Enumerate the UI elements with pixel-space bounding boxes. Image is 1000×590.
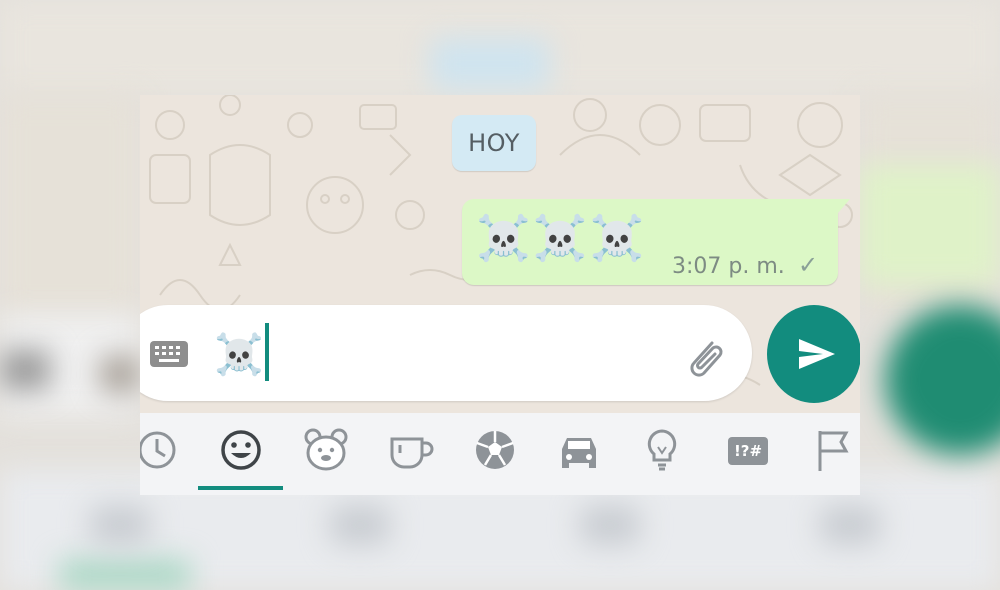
message-input[interactable]: ☠️: [140, 305, 752, 401]
flag-icon[interactable]: [808, 425, 858, 475]
whatsapp-chat-screen: HOY ☠️☠️☠️ 3:07 p. m. ✓ ☠️ !?#: [140, 95, 860, 495]
chat-area: HOY ☠️☠️☠️ 3:07 p. m. ✓ ☠️: [140, 95, 860, 413]
emoji-category-bar: !?#: [140, 413, 860, 495]
selected-tab-indicator: [198, 486, 283, 490]
single-check-icon: ✓: [798, 251, 819, 279]
outgoing-message-bubble[interactable]: ☠️☠️☠️ 3:07 p. m. ✓: [462, 199, 850, 285]
symbols-icon[interactable]: !?#: [728, 437, 768, 465]
date-separator: HOY: [452, 115, 536, 171]
keyboard-icon[interactable]: [150, 341, 188, 367]
smiley-icon[interactable]: [216, 425, 266, 475]
send-button[interactable]: [767, 305, 860, 403]
cup-icon[interactable]: [386, 425, 436, 475]
message-timestamp: 3:07 p. m.: [672, 254, 785, 279]
paperclip-icon[interactable]: [682, 333, 730, 381]
clock-icon[interactable]: [140, 425, 182, 475]
soccer-ball-icon[interactable]: [470, 425, 520, 475]
send-icon: [799, 339, 835, 369]
car-icon[interactable]: [554, 425, 604, 475]
bubble-tail: [838, 199, 850, 213]
lightbulb-icon[interactable]: [637, 425, 687, 475]
message-text: ☠️☠️☠️: [476, 213, 647, 264]
bear-icon[interactable]: [301, 425, 351, 475]
text-cursor: [265, 323, 269, 381]
message-input-value: ☠️: [214, 332, 264, 378]
